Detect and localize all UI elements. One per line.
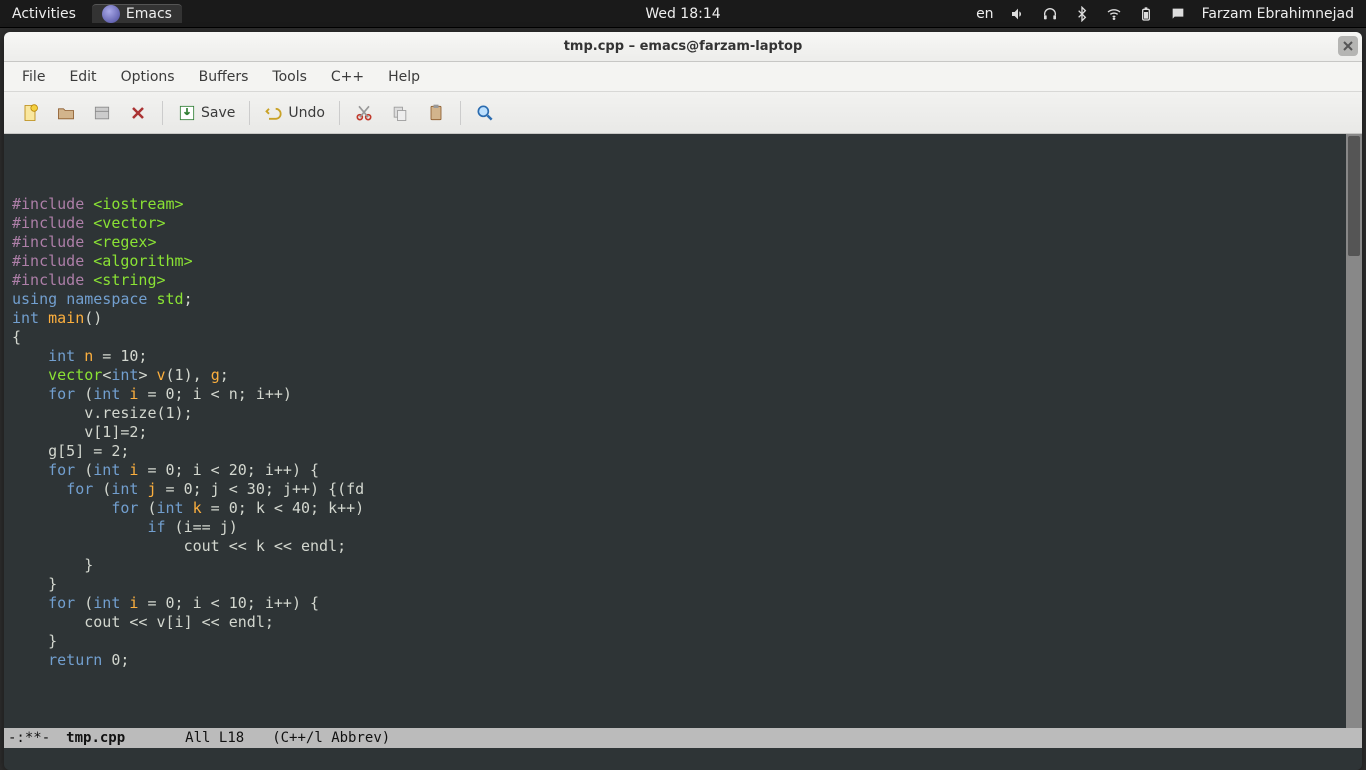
chat-icon[interactable] <box>1170 6 1186 22</box>
editor-buffer[interactable]: #include <iostream>#include <vector>#inc… <box>4 134 1362 728</box>
gnome-topbar: Activities Emacs Wed 18:14 en Farzam Ebr… <box>0 0 1366 28</box>
undo-button[interactable]: Undo <box>258 98 331 128</box>
minibuffer[interactable] <box>4 748 1362 770</box>
user-menu[interactable]: Farzam Ebrahimnejad <box>1202 6 1354 22</box>
wifi-icon[interactable] <box>1106 6 1122 22</box>
code-line: return 0; <box>4 651 1362 670</box>
dired-button[interactable] <box>86 98 118 128</box>
menu-tools[interactable]: Tools <box>260 65 319 89</box>
activities-button[interactable]: Activities <box>0 6 88 22</box>
menu-edit[interactable]: Edit <box>57 65 108 89</box>
menu-file[interactable]: File <box>10 65 57 89</box>
window-title: tmp.cpp – emacs@farzam-laptop <box>564 39 803 54</box>
modeline-prefix: -:**- <box>8 730 50 746</box>
code-line: if (i== j) <box>4 518 1362 537</box>
code-line: v[1]=2; <box>4 423 1362 442</box>
code-line: for (int i = 0; i < 10; i++) { <box>4 594 1362 613</box>
code-line: vector<int> v(1), g; <box>4 366 1362 385</box>
modeline-buffer-name: tmp.cpp <box>66 730 125 746</box>
code-line: int n = 10; <box>4 347 1362 366</box>
app-menu-label: Emacs <box>126 6 172 22</box>
toolbar: Save Undo <box>4 92 1362 134</box>
code-line: } <box>4 556 1362 575</box>
code-line: #include <vector> <box>4 214 1362 233</box>
cut-button[interactable] <box>348 98 380 128</box>
code-line: v.resize(1); <box>4 404 1362 423</box>
toolbar-separator <box>162 101 163 125</box>
open-file-button[interactable] <box>50 98 82 128</box>
save-label: Save <box>201 105 235 121</box>
scrollbar-thumb[interactable] <box>1348 136 1360 256</box>
emacs-window: tmp.cpp – emacs@farzam-laptop File Edit … <box>4 32 1362 770</box>
code-line: { <box>4 328 1362 347</box>
menu-buffers[interactable]: Buffers <box>187 65 261 89</box>
clock[interactable]: Wed 18:14 <box>645 6 720 22</box>
save-button[interactable]: Save <box>171 98 241 128</box>
battery-icon[interactable] <box>1138 6 1154 22</box>
menu-options[interactable]: Options <box>109 65 187 89</box>
modeline[interactable]: -:**- tmp.cpp All L18 (C++/l Abbrev) <box>4 728 1362 748</box>
code-line: cout << k << endl; <box>4 537 1362 556</box>
titlebar: tmp.cpp – emacs@farzam-laptop <box>4 32 1362 62</box>
scrollbar[interactable] <box>1346 134 1362 728</box>
menu-cpp[interactable]: C++ <box>319 65 376 89</box>
code-line: for (int k = 0; k < 40; k++) <box>4 499 1362 518</box>
bluetooth-icon[interactable] <box>1074 6 1090 22</box>
window-close-button[interactable] <box>1338 36 1358 56</box>
code-line: #include <regex> <box>4 233 1362 252</box>
menu-help[interactable]: Help <box>376 65 432 89</box>
paste-button[interactable] <box>420 98 452 128</box>
code-line: } <box>4 632 1362 651</box>
keyboard-layout-indicator[interactable]: en <box>976 6 994 22</box>
toolbar-separator <box>339 101 340 125</box>
kill-buffer-button[interactable] <box>122 98 154 128</box>
modeline-major-mode: (C++/l Abbrev) <box>272 730 390 746</box>
headphones-icon[interactable] <box>1042 6 1058 22</box>
new-file-button[interactable] <box>14 98 46 128</box>
toolbar-separator <box>249 101 250 125</box>
app-menu[interactable]: Emacs <box>92 4 182 23</box>
code-line: #include <string> <box>4 271 1362 290</box>
code-line: for (int j = 0; j < 30; j++) {(fd <box>4 480 1362 499</box>
code-line: } <box>4 575 1362 594</box>
code-line: int main() <box>4 309 1362 328</box>
code-line: for (int i = 0; i < 20; i++) { <box>4 461 1362 480</box>
code-line: using namespace std; <box>4 290 1362 309</box>
menubar: File Edit Options Buffers Tools C++ Help <box>4 62 1362 92</box>
modeline-position: All L18 <box>185 730 244 746</box>
code-line: for (int i = 0; i < n; i++) <box>4 385 1362 404</box>
code-line: g[5] = 2; <box>4 442 1362 461</box>
search-button[interactable] <box>469 98 501 128</box>
code-line: #include <iostream> <box>4 195 1362 214</box>
volume-icon[interactable] <box>1010 6 1026 22</box>
code-line: #include <algorithm> <box>4 252 1362 271</box>
toolbar-separator <box>460 101 461 125</box>
copy-button[interactable] <box>384 98 416 128</box>
code-line: cout << v[i] << endl; <box>4 613 1362 632</box>
emacs-icon <box>102 5 120 23</box>
undo-label: Undo <box>288 105 325 121</box>
